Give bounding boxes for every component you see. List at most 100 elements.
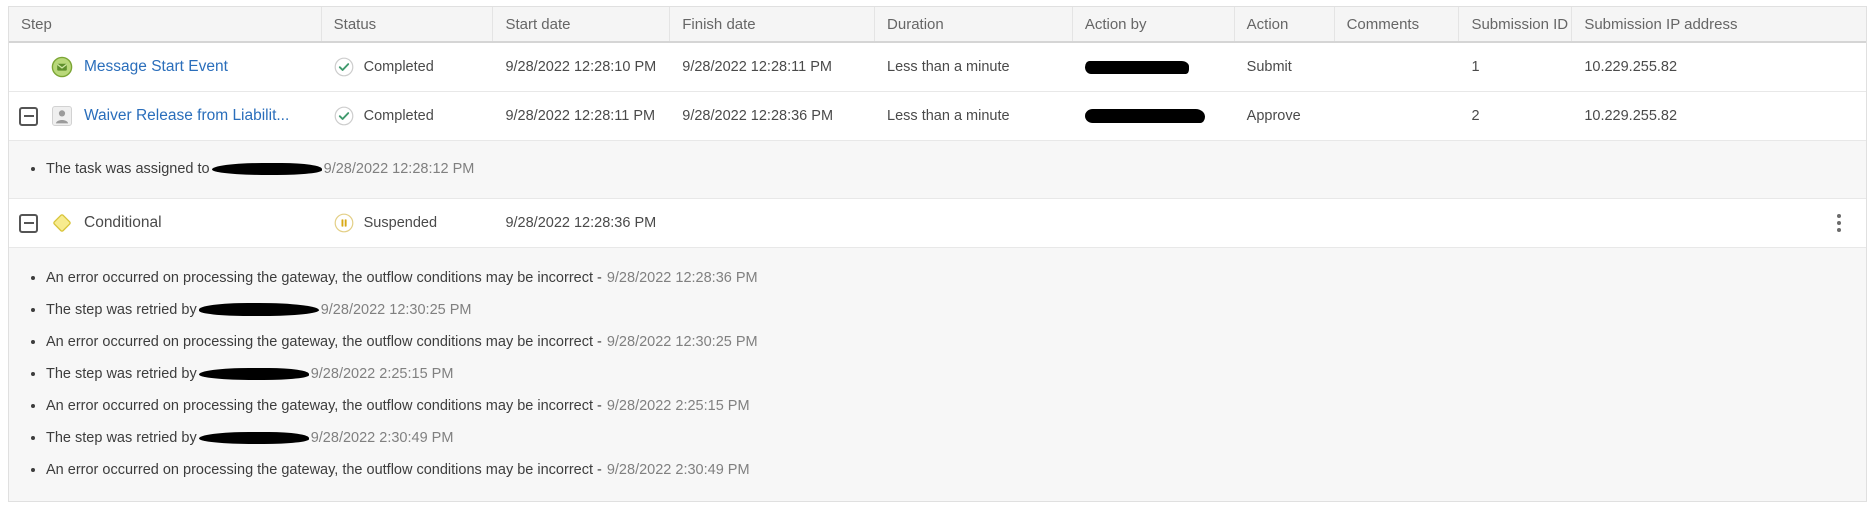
check-circle-icon (334, 57, 354, 77)
cell-submission-ip: 10.229.255.82 (1572, 92, 1866, 140)
kebab-menu-icon[interactable] (1830, 212, 1848, 234)
cell-comments (1335, 199, 1460, 247)
cell-submission-ip (1572, 199, 1866, 247)
list-item: The step was retried by 9/28/2022 2:25:1… (9, 362, 1866, 385)
cell-step: Message Start Event (9, 43, 322, 91)
bullet-icon (31, 404, 35, 408)
redaction-bar (199, 303, 319, 316)
check-circle-icon (334, 106, 354, 126)
user-task-icon (51, 105, 73, 127)
status-label: Completed (364, 59, 434, 75)
log-timestamp: 9/28/2022 2:25:15 PM (607, 398, 750, 414)
message-start-event-icon (51, 56, 73, 78)
cell-comments (1335, 92, 1460, 140)
log-text: The step was retried by (46, 366, 197, 382)
column-header-start-date[interactable]: Start date (493, 7, 670, 41)
cell-action-by (1073, 43, 1235, 91)
column-header-submission-ip[interactable]: Submission IP address (1572, 7, 1866, 41)
cell-finish-date (670, 199, 875, 247)
bullet-icon (31, 308, 35, 312)
gateway-log-row: An error occurred on processing the gate… (9, 248, 1866, 502)
log-text: An error occurred on processing the gate… (46, 334, 602, 350)
workflow-history-table: Step Status Start date Finish date Durat… (8, 6, 1867, 502)
cell-action-by (1073, 199, 1235, 247)
cell-step: Conditional (9, 199, 322, 247)
collapse-row-toggle[interactable] (19, 214, 38, 233)
cell-start-date: 9/28/2022 12:28:10 PM (493, 43, 670, 91)
bullet-icon (31, 340, 35, 344)
redaction-bar (1085, 109, 1205, 123)
column-header-status[interactable]: Status (322, 7, 494, 41)
log-timestamp: 9/28/2022 2:25:15 PM (311, 366, 454, 382)
cell-submission-id: 1 (1459, 43, 1572, 91)
log-text: An error occurred on processing the gate… (46, 270, 602, 286)
bullet-icon (31, 372, 35, 376)
cell-submission-id: 2 (1459, 92, 1572, 140)
step-label: Conditional (84, 214, 162, 232)
column-header-comments[interactable]: Comments (1335, 7, 1460, 41)
gateway-diamond-icon (51, 212, 73, 234)
status-label: Completed (364, 108, 434, 124)
redaction-bar (212, 163, 322, 175)
list-item: The step was retried by 9/28/2022 12:30:… (9, 298, 1866, 321)
cell-duration: Less than a minute (875, 92, 1073, 140)
cell-action (1235, 199, 1335, 247)
cell-finish-date: 9/28/2022 12:28:11 PM (670, 43, 875, 91)
cell-step: Waiver Release from Liabilit... (9, 92, 322, 140)
redaction-bar (199, 432, 309, 444)
table-header-row: Step Status Start date Finish date Durat… (9, 7, 1866, 43)
log-timestamp: 9/28/2022 2:30:49 PM (311, 430, 454, 446)
table-row[interactable]: Conditional Suspended 9/28/2022 12:28:36… (9, 199, 1866, 248)
cell-action: Approve (1235, 92, 1335, 140)
column-header-finish-date[interactable]: Finish date (670, 7, 875, 41)
bullet-icon (31, 436, 35, 440)
workflow-history-page: Step Status Start date Finish date Durat… (0, 0, 1875, 532)
list-item: An error occurred on processing the gate… (9, 394, 1866, 417)
cell-duration: Less than a minute (875, 43, 1073, 91)
cell-status: Completed (322, 43, 494, 91)
cell-finish-date: 9/28/2022 12:28:36 PM (670, 92, 875, 140)
cell-duration (875, 199, 1073, 247)
table-row[interactable]: Waiver Release from Liabilit... Complete… (9, 92, 1866, 141)
log-timestamp: 9/28/2022 2:30:49 PM (607, 462, 750, 478)
redaction-bar (1085, 61, 1189, 74)
cell-start-date: 9/28/2022 12:28:11 PM (493, 92, 670, 140)
log-timestamp: 9/28/2022 12:28:36 PM (607, 270, 758, 286)
collapse-row-toggle[interactable] (19, 107, 38, 126)
redaction-bar (199, 368, 309, 380)
cell-submission-id (1459, 199, 1572, 247)
bullet-icon (31, 468, 35, 472)
cell-status: Completed (322, 92, 494, 140)
log-text: An error occurred on processing the gate… (46, 462, 602, 478)
bullet-icon (31, 276, 35, 280)
list-item: An error occurred on processing the gate… (9, 458, 1866, 481)
cell-action-by (1073, 92, 1235, 140)
task-detail-text: The task was assigned to (46, 161, 210, 177)
column-header-duration[interactable]: Duration (875, 7, 1073, 41)
log-text: The step was retried by (46, 302, 197, 318)
log-timestamp: 9/28/2022 12:30:25 PM (321, 302, 472, 318)
cell-action: Submit (1235, 43, 1335, 91)
log-text: The step was retried by (46, 430, 197, 446)
column-header-step[interactable]: Step (9, 7, 322, 41)
cell-start-date: 9/28/2022 12:28:36 PM (493, 199, 670, 247)
column-header-action[interactable]: Action (1235, 7, 1335, 41)
column-header-submission-id[interactable]: Submission ID (1459, 7, 1572, 41)
step-link[interactable]: Message Start Event (84, 58, 228, 76)
list-item: An error occurred on processing the gate… (9, 266, 1866, 289)
cell-comments (1335, 43, 1460, 91)
cell-submission-ip: 10.229.255.82 (1572, 43, 1866, 91)
column-header-action-by[interactable]: Action by (1073, 7, 1235, 41)
list-item: An error occurred on processing the gate… (9, 330, 1866, 353)
log-timestamp: 9/28/2022 12:30:25 PM (607, 334, 758, 350)
list-item: The task was assigned to 9/28/2022 12:28… (9, 157, 1866, 180)
bullet-icon (31, 167, 35, 171)
cell-status: Suspended (322, 199, 494, 247)
task-detail-timestamp: 9/28/2022 12:28:12 PM (324, 161, 475, 177)
step-link[interactable]: Waiver Release from Liabilit... (84, 107, 289, 125)
table-row[interactable]: Message Start Event Completed 9/28/2022 … (9, 43, 1866, 92)
log-text: An error occurred on processing the gate… (46, 398, 602, 414)
task-detail-row: The task was assigned to 9/28/2022 12:28… (9, 141, 1866, 199)
list-item: The step was retried by 9/28/2022 2:30:4… (9, 426, 1866, 449)
status-label: Suspended (364, 215, 437, 231)
